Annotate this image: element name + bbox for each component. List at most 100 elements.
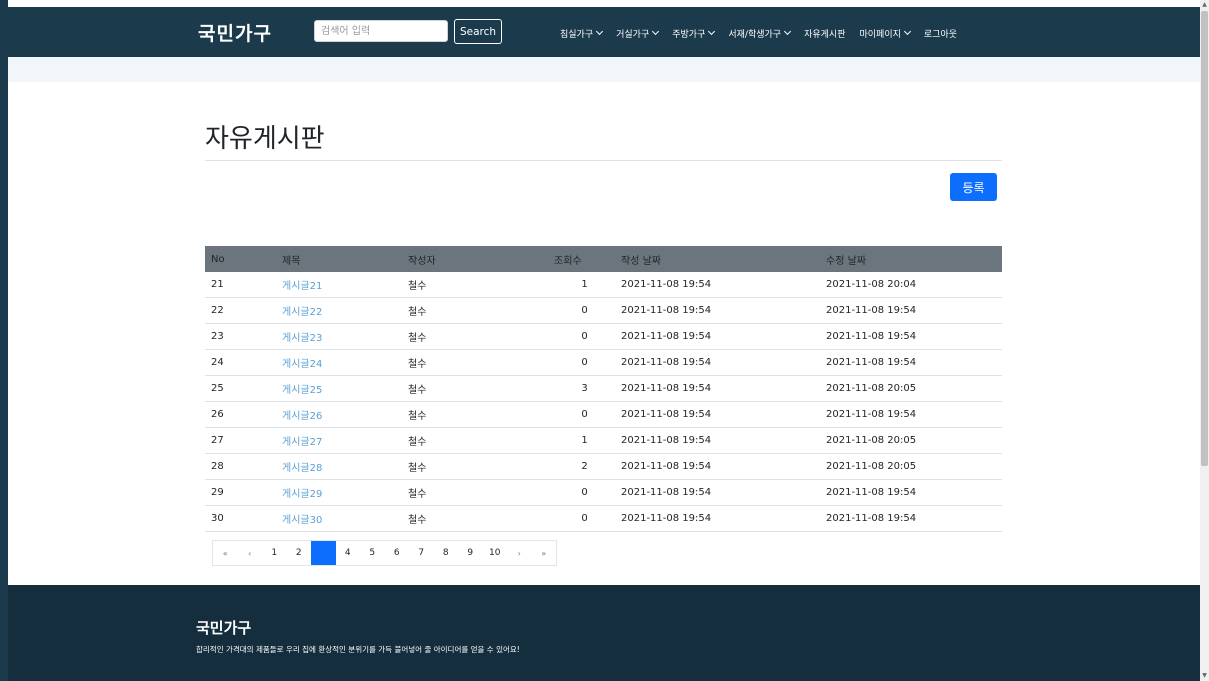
search-input[interactable] <box>314 20 448 42</box>
post-title-link[interactable]: 게시글22 <box>282 307 322 318</box>
cell-views: 3 <box>548 375 615 402</box>
nav-item-label: 마이페이지 <box>859 29 901 40</box>
search-button[interactable]: Search <box>454 19 502 44</box>
table-row: 28 게시글28 철수 2 2021-11-08 19:54 2021-11-08 20:… <box>205 453 1002 480</box>
cell-title: 게시글22 <box>276 297 402 324</box>
page-next-button[interactable]: › <box>507 541 532 565</box>
cell-created: 2021-11-08 19:54 <box>615 323 820 350</box>
page-number-7[interactable]: 7 <box>409 541 434 565</box>
column-header-title: 제목 <box>282 255 301 267</box>
nav-item-5[interactable]: 마이페이지 <box>859 27 911 40</box>
table-row: 26 게시글26 철수 0 2021-11-08 19:54 2021-11-08 19:… <box>205 401 1002 428</box>
nav-item-label: 자유게시판 <box>804 29 846 40</box>
post-title-link[interactable]: 게시글26 <box>282 411 322 422</box>
chevron-down-icon <box>652 27 660 36</box>
pagination: «‹ 1 2 3 4 5 6 7 8 9 10 ›» <box>212 540 557 566</box>
page-number-4[interactable]: 4 <box>336 541 361 565</box>
post-title-link[interactable]: 게시글21 <box>282 281 322 292</box>
page-number-1[interactable]: 1 <box>262 541 287 565</box>
page-number-2[interactable]: 2 <box>287 541 312 565</box>
scroll-thumb[interactable] <box>1201 11 1208 466</box>
cell-no: 25 <box>205 375 276 402</box>
post-title-link[interactable]: 게시글28 <box>282 463 322 474</box>
cell-modified: 2021-11-08 20:05 <box>820 375 1002 402</box>
post-title-link[interactable]: 게시글27 <box>282 437 322 448</box>
post-title-link[interactable]: 게시글29 <box>282 489 322 500</box>
page-number-8[interactable]: 8 <box>434 541 459 565</box>
nav-item-6[interactable]: 로그아웃 <box>924 27 957 40</box>
chevron-down-icon <box>784 27 792 36</box>
cell-modified: 2021-11-08 19:54 <box>820 323 1002 350</box>
table-row: 23 게시글23 철수 0 2021-11-08 19:54 2021-11-08 19:… <box>205 323 1002 350</box>
register-button[interactable]: 등록 <box>950 173 997 201</box>
cell-created: 2021-11-08 19:54 <box>615 272 820 298</box>
nav-item-1[interactable]: 거실가구 <box>616 27 660 40</box>
cell-views: 1 <box>548 272 615 298</box>
cell-title: 게시글29 <box>276 479 402 506</box>
cell-views: 1 <box>548 427 615 454</box>
cell-title: 게시글28 <box>276 453 402 480</box>
cell-no: 23 <box>205 323 276 350</box>
cell-views: 0 <box>548 401 615 428</box>
nav-item-label: 침실가구 <box>560 29 594 40</box>
cell-modified: 2021-11-08 19:54 <box>820 297 1002 324</box>
cell-views: 0 <box>548 505 615 532</box>
cell-writer: 철수 <box>402 323 548 350</box>
nav-menu: 침실가구 거실가구 주방가구 서재/학생가구 자유게시판 마이페이지 로그아웃 <box>560 26 971 40</box>
cell-created: 2021-11-08 19:54 <box>615 453 820 480</box>
cell-no: 30 <box>205 505 276 532</box>
cell-views: 0 <box>548 479 615 506</box>
scroll-up-arrow-icon[interactable]: ▲ <box>1200 0 1209 10</box>
post-title-link[interactable]: 게시글25 <box>282 385 322 396</box>
cell-modified: 2021-11-08 20:05 <box>820 453 1002 480</box>
nav-item-2[interactable]: 주방가구 <box>672 27 716 40</box>
cell-writer: 철수 <box>402 297 548 324</box>
nav-item-0[interactable]: 침실가구 <box>560 27 604 40</box>
nav-item-label: 로그아웃 <box>923 29 958 40</box>
cell-created: 2021-11-08 19:54 <box>615 505 820 532</box>
table-row: 21 게시글21 철수 1 2021-11-08 19:54 2021-11-08 20:… <box>205 272 1002 298</box>
chevron-down-icon <box>903 27 911 36</box>
cell-created: 2021-11-08 19:54 <box>615 401 820 428</box>
brand-logo[interactable]: 국민가구 <box>198 19 272 46</box>
nav-item-4[interactable]: 자유게시판 <box>804 27 845 40</box>
page-title: 자유게시판 <box>205 124 325 154</box>
cell-no: 21 <box>205 272 276 298</box>
post-title-link[interactable]: 게시글23 <box>282 333 322 344</box>
cell-writer: 철수 <box>402 272 548 298</box>
page-first-button[interactable]: « <box>213 541 238 565</box>
post-title-link[interactable]: 게시글24 <box>282 359 322 370</box>
chevron-down-icon <box>596 27 604 36</box>
cell-title: 게시글24 <box>276 349 402 376</box>
page-number-10[interactable]: 10 <box>483 541 508 565</box>
footer: 국민가구 합리적인 가격대의 제품들로 우리 집에 환상적인 분위기를 가득 불… <box>8 585 1200 681</box>
cell-modified: 2021-11-08 20:05 <box>820 427 1002 454</box>
cell-writer: 철수 <box>402 479 548 506</box>
cell-title: 게시글30 <box>276 505 402 532</box>
title-divider <box>205 160 1002 161</box>
sub-header-bar <box>8 57 1200 82</box>
column-header-no: No <box>211 253 225 265</box>
page-prev-button[interactable]: ‹ <box>238 541 263 565</box>
cell-created: 2021-11-08 19:54 <box>615 375 820 402</box>
nav-item-label: 주방가구 <box>672 29 706 40</box>
cell-writer: 철수 <box>402 453 548 480</box>
page-last-button[interactable]: » <box>532 541 557 565</box>
cell-title: 게시글26 <box>276 401 402 428</box>
page-number-5[interactable]: 5 <box>360 541 385 565</box>
cell-created: 2021-11-08 19:54 <box>615 349 820 376</box>
nav-item-label: 거실가구 <box>616 29 650 40</box>
post-title-link[interactable]: 게시글30 <box>282 515 322 526</box>
cell-no: 27 <box>205 427 276 454</box>
cell-modified: 2021-11-08 19:54 <box>820 505 1002 532</box>
cell-no: 22 <box>205 297 276 324</box>
nav-item-3[interactable]: 서재/학생가구 <box>728 27 792 40</box>
vertical-scrollbar[interactable]: ▲ ▼ <box>1200 0 1209 681</box>
page-number-3[interactable]: 3 <box>311 541 336 565</box>
page-number-6[interactable]: 6 <box>385 541 410 565</box>
page-number-9[interactable]: 9 <box>458 541 483 565</box>
scroll-down-arrow-icon[interactable]: ▼ <box>1200 671 1209 681</box>
footer-brand: 국민가구 <box>196 619 252 637</box>
table-header-row: No 제목 작성자 조회수 작성 날짜 수정 날짜 <box>205 246 1002 272</box>
table-row: 29 게시글29 철수 0 2021-11-08 19:54 2021-11-08 19:… <box>205 479 1002 506</box>
